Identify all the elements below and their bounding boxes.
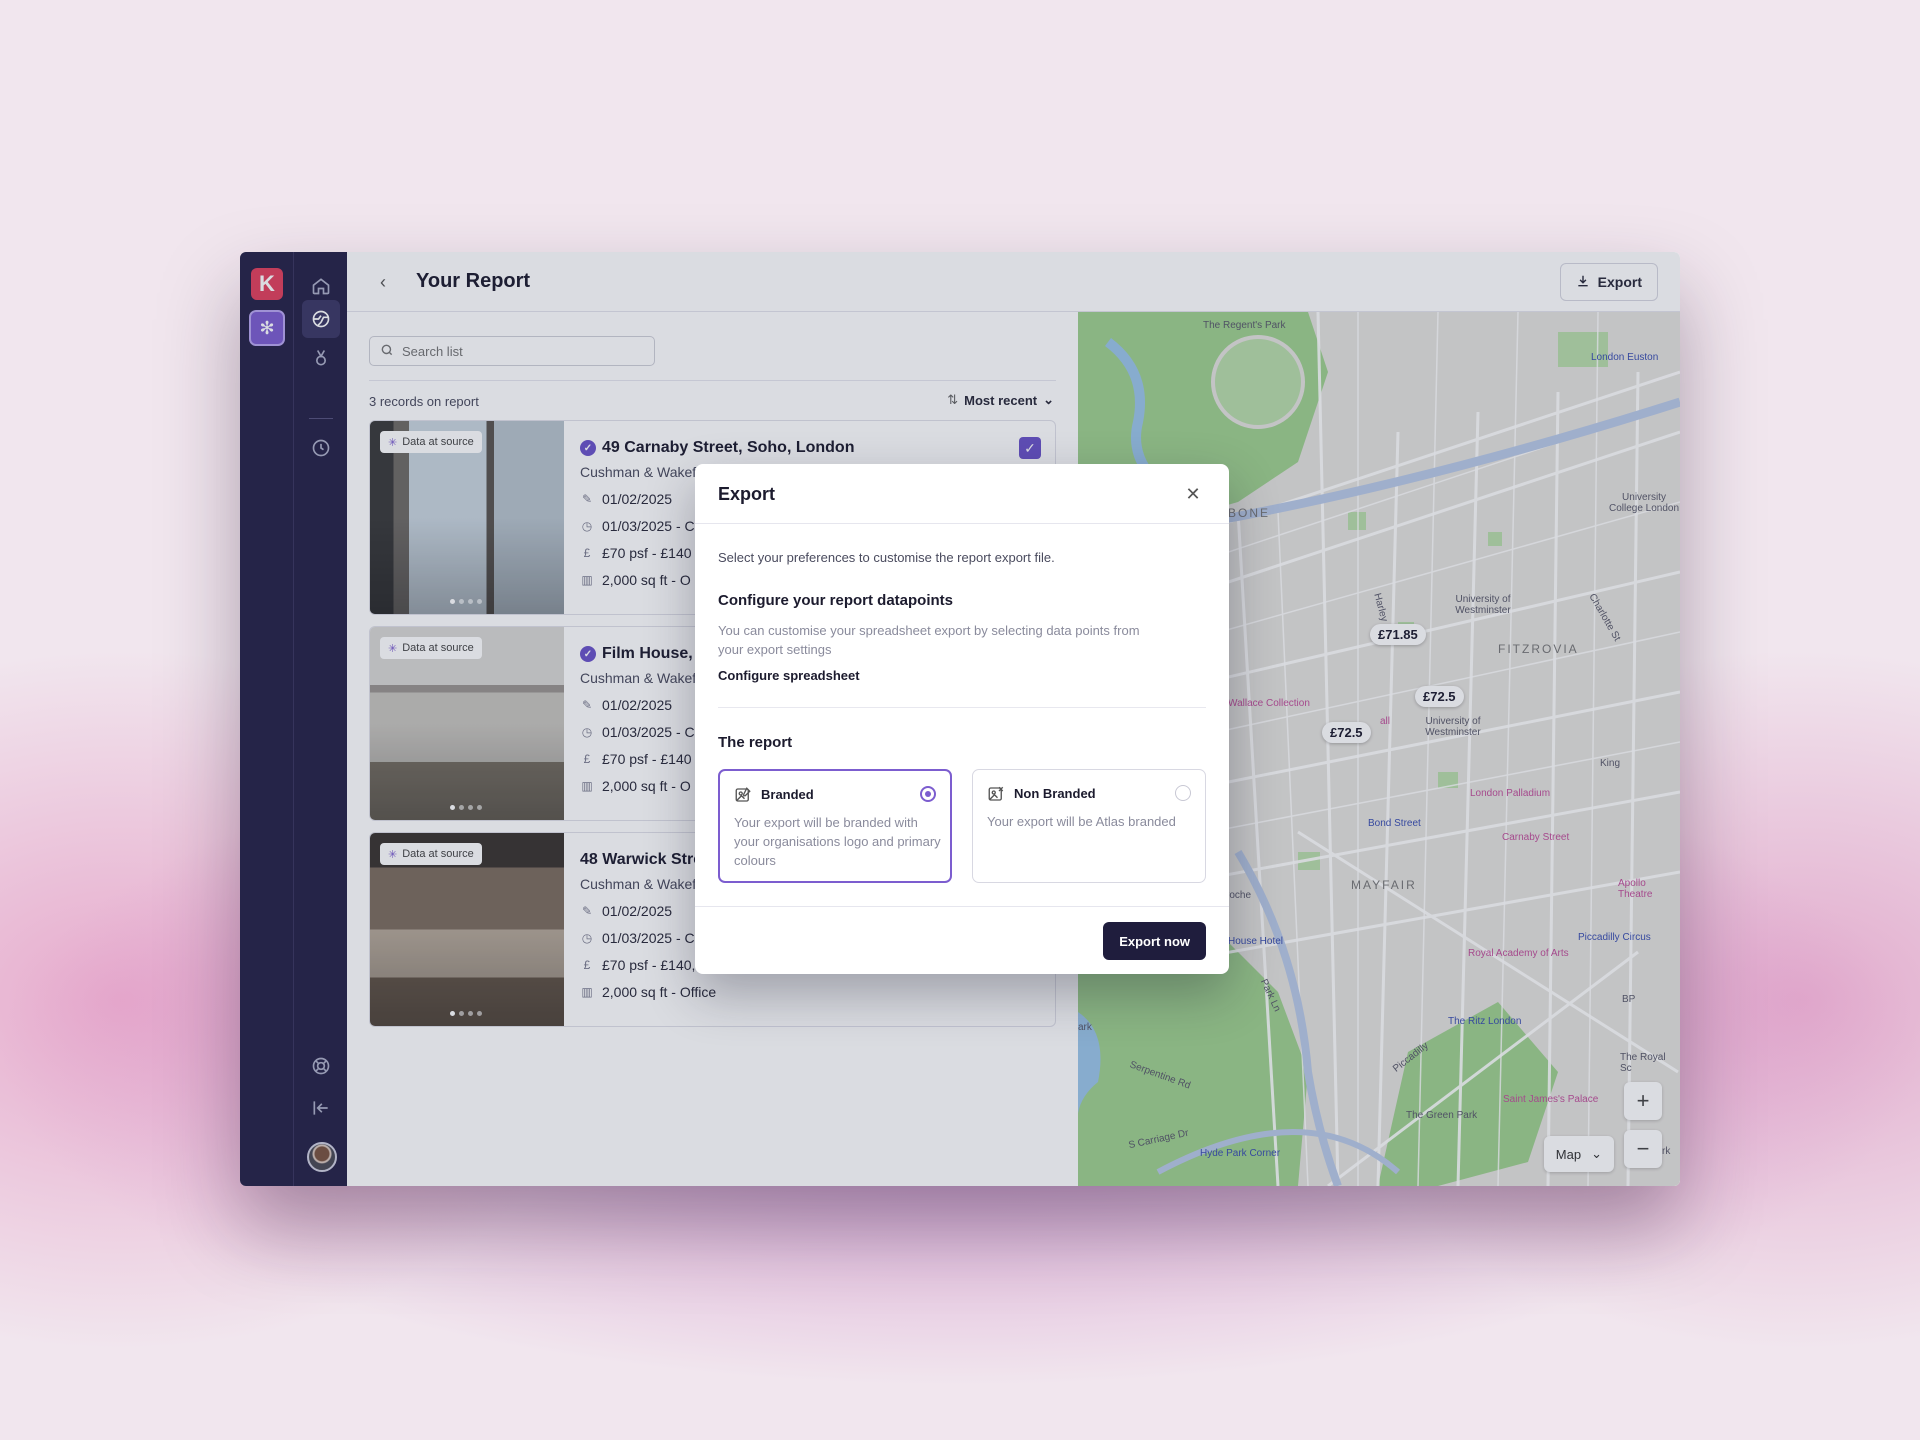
image-off-icon	[987, 785, 1005, 803]
image-edit-icon	[734, 786, 752, 804]
dialog-footer: Export now	[695, 906, 1229, 974]
non-branded-radio[interactable]	[1175, 785, 1191, 801]
dialog-header: Export ✕	[695, 464, 1229, 524]
option-description: Your export will be branded with your or…	[734, 815, 941, 868]
config-heading: Configure your report datapoints	[718, 592, 954, 609]
branded-option[interactable]: Branded Your export will be branded with…	[718, 769, 952, 883]
close-icon[interactable]: ✕	[1183, 484, 1203, 504]
option-label: Non Branded	[1014, 786, 1096, 801]
config-description: You can customise your spreadsheet expor…	[718, 623, 1140, 657]
export-now-button[interactable]: Export now	[1103, 922, 1206, 960]
export-dialog: Export ✕ Select your preferences to cust…	[695, 464, 1229, 974]
dialog-title: Export	[718, 484, 776, 504]
report-heading: The report	[718, 734, 793, 751]
configure-spreadsheet-link[interactable]: Configure spreadsheet	[718, 668, 860, 683]
branded-radio[interactable]	[920, 786, 936, 802]
option-label: Branded	[761, 787, 814, 802]
dialog-divider	[718, 707, 1206, 708]
option-description: Your export will be Atlas branded	[987, 814, 1176, 829]
dialog-intro: Select your preferences to customise the…	[718, 550, 1055, 565]
non-branded-option[interactable]: Non Branded Your export will be Atlas br…	[972, 769, 1206, 883]
